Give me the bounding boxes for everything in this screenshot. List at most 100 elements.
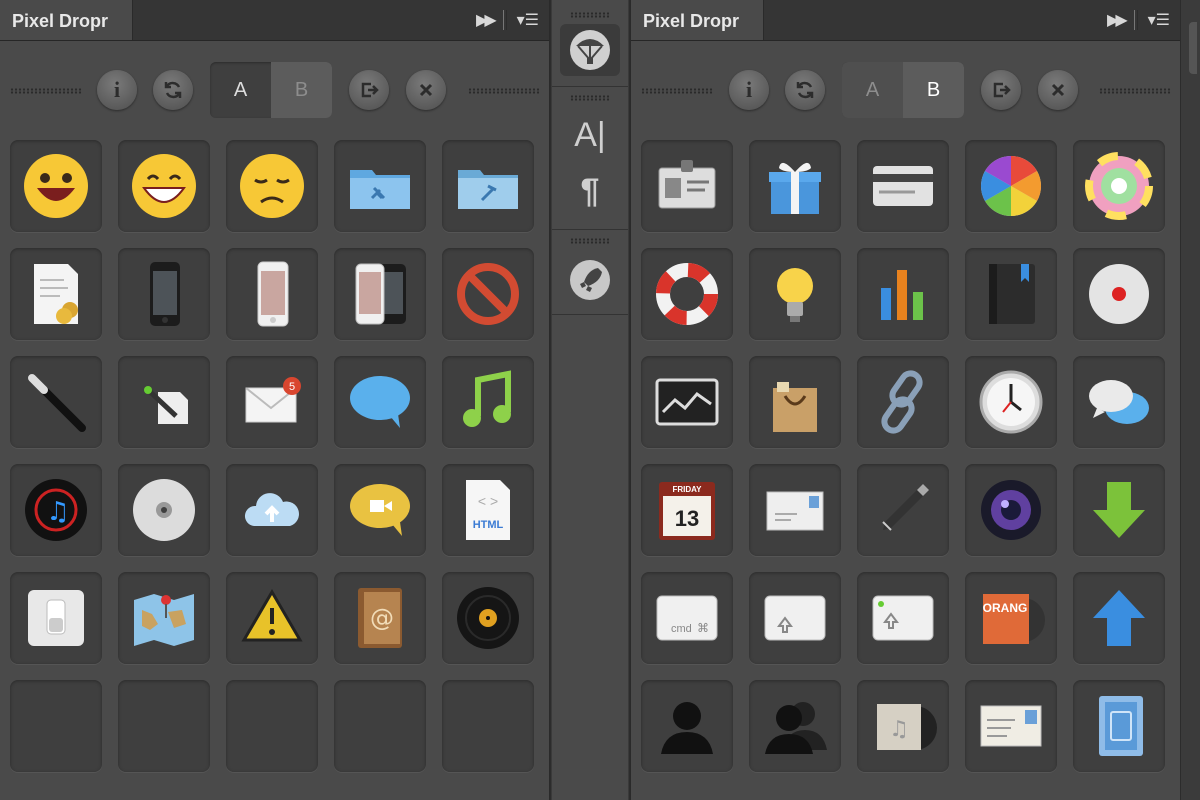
icon-cell[interactable] (1073, 140, 1165, 232)
icon-cell[interactable] (1073, 572, 1165, 664)
icon-cell[interactable] (226, 140, 318, 232)
down-arrow-icon (1093, 482, 1145, 538)
icon-cell[interactable]: cmd ⌘ (641, 572, 733, 664)
panel-menu-icon[interactable]: ▾☰ (517, 10, 539, 30)
panel-tab-title[interactable]: Pixel Dropr (0, 0, 133, 40)
rocket-panel-button[interactable] (566, 256, 614, 304)
adjacent-panel-tab[interactable] (1189, 22, 1197, 74)
icon-cell[interactable]: ♫ (857, 680, 949, 772)
icon-cell[interactable] (1073, 248, 1165, 340)
strip-grip[interactable] (570, 238, 610, 244)
icon-cell[interactable] (641, 680, 733, 772)
icon-cell[interactable]: @ (334, 572, 426, 664)
icon-cell[interactable]: 5 (226, 356, 318, 448)
icon-cell[interactable] (334, 464, 426, 556)
icon-cell[interactable] (226, 464, 318, 556)
icon-cell[interactable] (118, 572, 210, 664)
toolbar-grip[interactable] (641, 88, 713, 94)
icon-cell[interactable] (641, 356, 733, 448)
icon-cell[interactable] (10, 356, 102, 448)
icon-cell[interactable] (857, 464, 949, 556)
icon-cell[interactable]: ♫ (10, 464, 102, 556)
icon-cell[interactable] (10, 248, 102, 340)
toolbar-grip[interactable] (468, 88, 540, 94)
empty-slot[interactable] (10, 680, 102, 772)
icon-cell[interactable] (118, 140, 210, 232)
pixel-dropr-panel-button[interactable] (560, 24, 620, 76)
toolbar-grip[interactable] (10, 88, 82, 94)
info-button[interactable]: i (97, 70, 137, 110)
icon-cell[interactable] (334, 248, 426, 340)
export-button[interactable] (349, 70, 389, 110)
iphone-white-icon (257, 261, 289, 327)
collapse-panel-icon[interactable]: ▶▶ (476, 10, 497, 30)
panel-menu-icon[interactable]: ▾☰ (1148, 10, 1170, 30)
icon-cell[interactable] (857, 248, 949, 340)
icon-cell[interactable] (442, 572, 534, 664)
empty-slot[interactable] (226, 680, 318, 772)
icon-cell[interactable] (226, 572, 318, 664)
empty-slot[interactable] (118, 680, 210, 772)
icon-cell[interactable] (334, 356, 426, 448)
icon-cell[interactable] (442, 356, 534, 448)
notebook-icon (989, 264, 1035, 324)
export-button[interactable] (981, 70, 1021, 110)
gift-icon (769, 162, 821, 214)
info-button[interactable]: i (729, 70, 769, 110)
icon-cell[interactable] (641, 140, 733, 232)
icon-cell[interactable] (334, 140, 426, 232)
calendar-icon: FRIDAY 13 (659, 482, 715, 540)
segment-b-button[interactable]: B (271, 62, 332, 118)
icon-cell[interactable] (1073, 464, 1165, 556)
up-arrow-icon (1093, 590, 1145, 646)
icon-cell[interactable] (857, 572, 949, 664)
icon-cell[interactable] (749, 248, 841, 340)
icon-cell[interactable] (749, 356, 841, 448)
segment-a-button[interactable]: A (842, 62, 903, 118)
toolbar-grip[interactable] (1099, 88, 1171, 94)
icon-cell[interactable] (749, 680, 841, 772)
icon-cell[interactable] (442, 140, 534, 232)
empty-slot[interactable] (334, 680, 426, 772)
speech-bubble-blue-icon (350, 376, 410, 428)
icon-cell[interactable] (749, 464, 841, 556)
icon-cell[interactable] (442, 248, 534, 340)
icon-cell[interactable] (118, 356, 210, 448)
icon-cell[interactable] (118, 464, 210, 556)
icon-cell[interactable] (857, 140, 949, 232)
icon-cell[interactable]: < > HTML (442, 464, 534, 556)
refresh-button[interactable] (153, 70, 193, 110)
segment-b-button[interactable]: B (903, 62, 964, 118)
empty-slot[interactable] (442, 680, 534, 772)
refresh-button[interactable] (785, 70, 825, 110)
icon-cell[interactable] (857, 356, 949, 448)
icon-cell[interactable] (965, 680, 1057, 772)
collapse-panel-icon[interactable]: ▶▶ (1107, 10, 1128, 30)
strip-grip[interactable] (570, 12, 610, 18)
icon-cell[interactable] (226, 248, 318, 340)
character-panel-button[interactable]: A| (566, 111, 614, 159)
icon-cell[interactable] (965, 248, 1057, 340)
icon-cell[interactable] (749, 572, 841, 664)
calendar-day: 13 (675, 506, 699, 531)
panel-tab-title[interactable]: Pixel Dropr (631, 0, 764, 40)
close-button[interactable] (406, 70, 446, 110)
icon-cell[interactable] (118, 248, 210, 340)
icon-cell[interactable] (641, 248, 733, 340)
close-button[interactable] (1038, 70, 1078, 110)
segment-a-button[interactable]: A (210, 62, 271, 118)
icon-cell[interactable] (10, 140, 102, 232)
icon-cell[interactable] (749, 140, 841, 232)
icon-cell[interactable] (965, 464, 1057, 556)
icon-cell[interactable]: ORANG (965, 572, 1057, 664)
paragraph-panel-button[interactable]: ¶ (566, 167, 614, 215)
icon-cell[interactable]: FRIDAY 13 (641, 464, 733, 556)
icon-cell[interactable] (10, 572, 102, 664)
strip-grip[interactable] (570, 95, 610, 101)
icon-cell[interactable] (1073, 680, 1165, 772)
user-icon (661, 702, 713, 754)
icon-cell[interactable] (965, 356, 1057, 448)
icon-cell[interactable] (1073, 356, 1165, 448)
tool-strip: A| ¶ (551, 0, 629, 800)
icon-cell[interactable] (965, 140, 1057, 232)
